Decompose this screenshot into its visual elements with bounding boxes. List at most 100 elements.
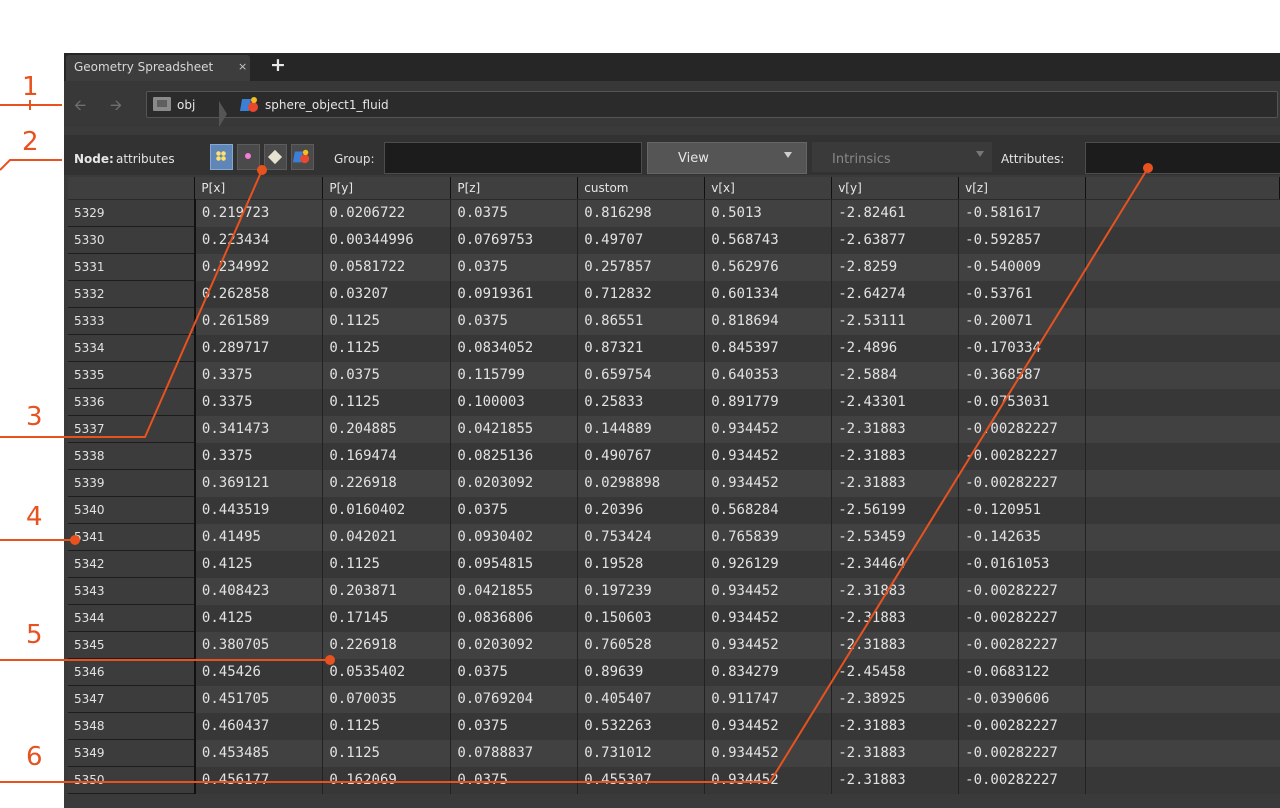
table-cell[interactable]: 0.490767 (577, 442, 706, 470)
row-number[interactable]: 5341 (68, 523, 196, 551)
table-cell[interactable]: 0.911747 (704, 685, 833, 713)
row-number[interactable]: 5345 (68, 631, 196, 659)
table-cell[interactable]: -2.31883 (831, 766, 960, 794)
table-cell[interactable]: 0.753424 (577, 523, 706, 551)
table-cell[interactable]: 0.712832 (577, 280, 706, 308)
table-cell[interactable]: 0.1125 (322, 307, 452, 335)
table-cell[interactable]: 0.0375 (450, 712, 579, 740)
table-cell[interactable]: 0.408423 (194, 577, 324, 605)
table-cell[interactable]: 0.203871 (322, 577, 452, 605)
table-row[interactable]: 5350 0.456177 0.162069 0.0375 0.455307 0.9344… (68, 766, 1280, 794)
table-cell[interactable]: 0.0788837 (450, 739, 579, 767)
table-cell[interactable]: -2.31883 (831, 415, 960, 443)
table-row[interactable]: 5341 0.41495 0.042021 0.0930402 0.753424 0.76… (68, 523, 1280, 551)
table-cell[interactable]: 0.443519 (194, 496, 324, 524)
row-number[interactable]: 5333 (68, 307, 196, 335)
row-number[interactable]: 5334 (68, 334, 196, 362)
group-input[interactable] (384, 142, 642, 174)
row-number[interactable]: 5331 (68, 253, 196, 281)
table-cell[interactable]: 0.891779 (704, 388, 833, 416)
table-cell[interactable]: 0.834279 (704, 658, 833, 686)
table-cell[interactable]: -0.20071 (958, 307, 1087, 335)
table-cell[interactable]: 0.0375 (450, 766, 579, 794)
table-cell[interactable]: -2.38925 (831, 685, 960, 713)
row-number[interactable]: 5339 (68, 469, 196, 497)
table-cell[interactable]: -2.64274 (831, 280, 960, 308)
table-cell[interactable]: 0.0375 (450, 307, 579, 335)
table-cell[interactable]: -2.31883 (831, 577, 960, 605)
table-row[interactable]: 5347 0.451705 0.070035 0.0769204 0.405407 0.9… (68, 685, 1280, 713)
table-cell[interactable]: 0.226918 (322, 469, 452, 497)
table-cell[interactable]: 0.197239 (577, 577, 706, 605)
view-dropdown[interactable]: View (647, 142, 807, 174)
row-number[interactable]: 5348 (68, 712, 196, 740)
table-cell[interactable]: 0.341473 (194, 415, 324, 443)
table-row[interactable]: 5330 0.223434 0.00344996 0.0769753 0.49707 0.… (68, 226, 1280, 254)
table-cell[interactable]: 0.0421855 (450, 415, 579, 443)
table-cell[interactable]: 0.816298 (577, 199, 706, 227)
table-cell[interactable]: -2.31883 (831, 604, 960, 632)
table-cell[interactable]: 0.934452 (704, 739, 833, 767)
table-cell[interactable]: -2.31883 (831, 631, 960, 659)
arrow-right-icon[interactable]: 🡪 (110, 95, 122, 120)
row-number[interactable]: 5329 (68, 199, 196, 227)
table-cell[interactable]: -0.120951 (958, 496, 1087, 524)
row-number[interactable]: 5338 (68, 442, 196, 470)
table-row[interactable]: 5343 0.408423 0.203871 0.0421855 0.197239 0.9… (68, 577, 1280, 605)
table-cell[interactable]: 0.169474 (322, 442, 452, 470)
table-cell[interactable]: 0.0535402 (322, 658, 452, 686)
table-cell[interactable]: 0.0375 (450, 496, 579, 524)
add-tab-icon[interactable]: + (270, 54, 286, 76)
table-cell[interactable]: 0.934452 (704, 577, 833, 605)
table-cell[interactable]: -0.0753031 (958, 388, 1087, 416)
table-cell[interactable]: 0.1125 (322, 739, 452, 767)
column-header[interactable]: custom (577, 177, 706, 200)
table-cell[interactable]: -0.53761 (958, 280, 1087, 308)
table-row[interactable]: 5342 0.4125 0.1125 0.0954815 0.19528 0.926129… (68, 550, 1280, 578)
table-cell[interactable]: -0.581617 (958, 199, 1087, 227)
table-cell[interactable]: 0.532263 (577, 712, 706, 740)
row-number[interactable]: 5330 (68, 226, 196, 254)
table-cell[interactable]: 0.17145 (322, 604, 452, 632)
intrinsics-dropdown[interactable]: Intrinsics (812, 142, 992, 172)
table-cell[interactable]: -0.0161053 (958, 550, 1087, 578)
table-cell[interactable]: 0.926129 (704, 550, 833, 578)
table-cell[interactable]: -0.540009 (958, 253, 1087, 281)
table-cell[interactable]: 0.223434 (194, 226, 324, 254)
table-cell[interactable]: -0.592857 (958, 226, 1087, 254)
table-cell[interactable]: 0.45426 (194, 658, 324, 686)
table-cell[interactable]: 0.41495 (194, 523, 324, 551)
table-cell[interactable]: -2.4896 (831, 334, 960, 362)
table-cell[interactable]: 0.257857 (577, 253, 706, 281)
table-cell[interactable]: -2.53111 (831, 307, 960, 335)
table-cell[interactable]: -2.8259 (831, 253, 960, 281)
table-cell[interactable]: 0.455307 (577, 766, 706, 794)
table-cell[interactable]: 0.20396 (577, 496, 706, 524)
row-number[interactable]: 5337 (68, 415, 196, 443)
table-row[interactable]: 5332 0.262858 0.03207 0.0919361 0.712832 0.60… (68, 280, 1280, 308)
table-cell[interactable]: 0.89639 (577, 658, 706, 686)
table-cell[interactable]: 0.162069 (322, 766, 452, 794)
table-cell[interactable]: 0.0769204 (450, 685, 579, 713)
table-cell[interactable]: 0.0203092 (450, 469, 579, 497)
table-row[interactable]: 5344 0.4125 0.17145 0.0836806 0.150603 0.9344… (68, 604, 1280, 632)
column-header[interactable]: P[y] (322, 177, 452, 200)
table-cell[interactable]: 0.0375 (322, 361, 452, 389)
table-cell[interactable]: 0.115799 (450, 361, 579, 389)
table-row[interactable]: 5333 0.261589 0.1125 0.0375 0.86551 0.818694-… (68, 307, 1280, 335)
table-cell[interactable]: 0.405407 (577, 685, 706, 713)
table-cell[interactable]: 0.934452 (704, 469, 833, 497)
table-cell[interactable]: 0.86551 (577, 307, 706, 335)
table-cell[interactable]: 0.0825136 (450, 442, 579, 470)
table-cell[interactable]: 0.1125 (322, 712, 452, 740)
table-row[interactable]: 5338 0.3375 0.169474 0.0825136 0.490767 0.934… (68, 442, 1280, 470)
table-cell[interactable]: 0.760528 (577, 631, 706, 659)
table-cell[interactable]: 0.1125 (322, 550, 452, 578)
tab-geometry-spreadsheet[interactable]: Geometry Spreadsheet × (66, 55, 250, 81)
table-cell[interactable]: 0.818694 (704, 307, 833, 335)
vertices-mode-button[interactable] (237, 144, 260, 170)
table-cell[interactable]: -0.00282227 (958, 766, 1087, 794)
table-cell[interactable]: 0.0769753 (450, 226, 579, 254)
table-cell[interactable]: 0.150603 (577, 604, 706, 632)
table-cell[interactable]: 0.0421855 (450, 577, 579, 605)
